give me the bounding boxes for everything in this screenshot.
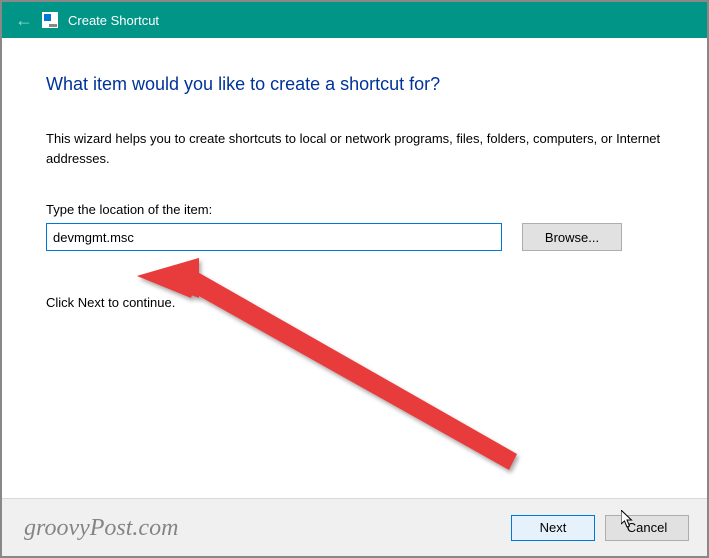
wizard-footer: Next Cancel	[2, 498, 707, 556]
browse-button[interactable]: Browse...	[522, 223, 622, 251]
wizard-help-text: Click Next to continue.	[46, 295, 663, 310]
titlebar: ← Create Shortcut	[2, 2, 707, 38]
shortcut-wizard-icon	[42, 12, 58, 28]
back-arrow-icon: ←	[10, 10, 38, 31]
wizard-content: What item would you like to create a sho…	[2, 38, 707, 330]
window-title: Create Shortcut	[68, 13, 159, 28]
next-button[interactable]: Next	[511, 515, 595, 541]
location-input[interactable]	[46, 223, 502, 251]
location-label: Type the location of the item:	[46, 202, 663, 217]
cancel-button[interactable]: Cancel	[605, 515, 689, 541]
location-row: Browse...	[46, 223, 663, 251]
wizard-description: This wizard helps you to create shortcut…	[46, 129, 663, 168]
wizard-heading: What item would you like to create a sho…	[46, 74, 663, 95]
